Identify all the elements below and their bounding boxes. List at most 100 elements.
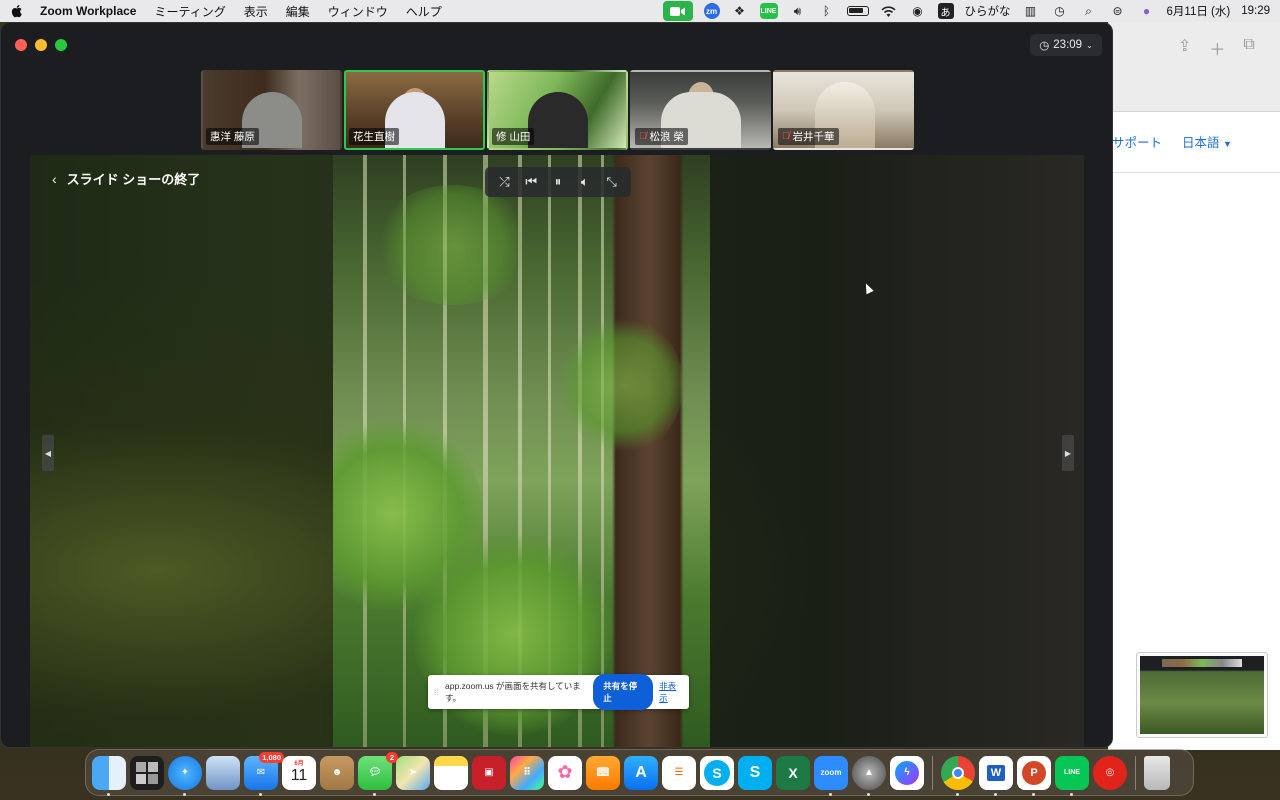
slide-image-bamboo-forest <box>333 155 710 747</box>
menu-window[interactable]: ウィンドウ <box>328 3 388 20</box>
wifi-icon[interactable] <box>880 3 898 19</box>
keyboard-icon[interactable]: ▥ <box>1022 3 1040 19</box>
contacts-icon[interactable]: ☻ <box>320 755 354 790</box>
notes-icon[interactable] <box>434 755 468 790</box>
spotlight-search-icon[interactable]: ⌕ <box>1080 3 1098 19</box>
control-center-icon[interactable]: ⊜ <box>1109 3 1127 19</box>
meeting-timer[interactable]: ◷ 23:09 ⌄ <box>1030 34 1102 56</box>
volume-icon[interactable]: 🔈︎ <box>576 173 594 191</box>
stop-sharing-button[interactable]: 共有を停止 <box>593 674 654 710</box>
previous-slide-icon[interactable]: ⏮︎ <box>522 173 540 191</box>
launchpad-icon[interactable]: ⠿ <box>510 755 544 790</box>
caret-down-icon: ▼ <box>1223 139 1232 149</box>
antivirus-icon[interactable]: ◎ <box>1093 755 1127 790</box>
participant-tile[interactable]: 🎙̸ 松浪 榮 <box>630 70 771 150</box>
user-account-icon[interactable]: ◉ <box>909 3 927 19</box>
running-indicator <box>373 792 376 796</box>
participant-gallery: 惠洋 藤原 花生直樹 修 山田 🎙̸ 松浪 榮 🎙̸ 岩井千華 <box>201 70 914 150</box>
next-slide-arrow[interactable]: ▶ <box>1062 435 1074 471</box>
nav-language-select[interactable]: 日本語 ▼ <box>1182 132 1232 151</box>
flashcards-app-icon[interactable]: ▣ <box>472 755 506 790</box>
zoom-camera-status-icon[interactable] <box>662 1 693 21</box>
nav-support-link[interactable]: サポート <box>1112 132 1162 151</box>
running-indicator <box>183 792 186 796</box>
running-indicator <box>1070 792 1073 796</box>
reminders-icon[interactable]: ☰ <box>662 755 696 790</box>
window-controls <box>15 39 67 51</box>
trash-icon[interactable] <box>1144 755 1170 790</box>
exit-fullscreen-icon[interactable]: ⤡ <box>603 173 621 191</box>
maps-icon[interactable]: ➤ <box>396 755 430 790</box>
dropbox-icon[interactable]: ❖ <box>731 3 749 19</box>
end-slideshow-button[interactable]: ‹ スライド ショーの終了 <box>52 169 200 188</box>
divider <box>1108 172 1280 173</box>
zoom-meeting-window: ◷ 23:09 ⌄ 惠洋 藤原 花生直樹 修 山田 🎙̸ 松浪 榮 🎙̸ 岩井千華 <box>0 22 1113 748</box>
drag-handle-icon[interactable]: ⁞⁞ <box>434 687 439 697</box>
dock: ✦ ✉ 1,080 6月 11 ☻ 💬︎ 2 ➤ ▣ ⠿ ✿ 📖︎ A ☰ S S X… <box>85 749 1194 796</box>
finder-icon[interactable] <box>92 755 126 796</box>
menu-edit[interactable]: 編集 <box>286 3 310 20</box>
safari-icon[interactable]: ✦ <box>168 755 202 796</box>
word-icon[interactable]: W <box>979 755 1013 796</box>
messenger-icon[interactable]: ϟ <box>890 755 924 790</box>
shuffle-icon[interactable]: ⤮ <box>495 173 513 191</box>
line-icon[interactable]: LINE <box>1055 755 1089 796</box>
pause-icon[interactable]: ⏸︎ <box>549 173 567 191</box>
powerpoint-icon[interactable]: P <box>1017 755 1051 796</box>
close-window-button[interactable] <box>15 39 27 51</box>
input-method-label[interactable]: ひらがな <box>965 3 1011 19</box>
menu-meeting[interactable]: ミーティング <box>154 3 225 20</box>
excel-icon[interactable]: X <box>776 755 810 790</box>
zoom-icon[interactable]: zoom <box>814 755 848 796</box>
dock-separator <box>1135 755 1136 790</box>
line-status-icon[interactable]: LINE <box>759 3 778 19</box>
new-tab-icon[interactable]: ＋ <box>1209 36 1225 60</box>
tab-overview-icon[interactable]: ⧉ <box>1243 36 1254 60</box>
time-machine-icon[interactable]: ◷ <box>1051 3 1069 19</box>
muted-microphone-icon: 🎙̸ <box>639 131 647 142</box>
bluetooth-icon[interactable]: ᛒ <box>818 3 836 19</box>
messages-icon[interactable]: 💬︎ 2 <box>358 751 398 796</box>
skype-icon[interactable]: S <box>700 755 734 790</box>
drive-sync-icon[interactable]: ▲ <box>852 755 886 796</box>
preview-icon[interactable] <box>206 755 240 790</box>
running-indicator <box>107 792 110 796</box>
photo-booth-icon[interactable] <box>130 755 164 790</box>
battery-icon[interactable] <box>846 6 869 16</box>
app-store-icon[interactable]: A <box>624 755 658 790</box>
previous-slide-arrow[interactable]: ◀ <box>42 435 54 471</box>
menubar-date[interactable]: 6月11日 (水) <box>1167 3 1231 19</box>
minimize-window-button[interactable] <box>35 39 47 51</box>
photos-icon[interactable]: ✿ <box>548 755 582 790</box>
participant-video-body <box>527 92 588 148</box>
participant-tile[interactable]: 修 山田 <box>487 70 628 150</box>
participant-tile[interactable]: 惠洋 藤原 <box>201 70 342 150</box>
menubar-time[interactable]: 19:29 <box>1241 5 1270 17</box>
menu-view[interactable]: 表示 <box>244 3 268 20</box>
screen-capture-thumbnail[interactable] <box>1136 652 1268 738</box>
calendar-icon[interactable]: 6月 11 <box>282 755 316 790</box>
foliage <box>563 315 683 455</box>
fullscreen-window-button[interactable] <box>55 39 67 51</box>
participant-name-tag: 惠洋 藤原 <box>206 128 259 145</box>
zoom-status-icon[interactable]: zm <box>703 3 720 19</box>
menu-help[interactable]: ヘルプ <box>406 3 442 20</box>
input-method-icon[interactable]: あ <box>937 3 954 19</box>
meeting-timer-value: 23:09 <box>1053 39 1083 51</box>
share-icon[interactable]: ⇪ <box>1178 36 1191 60</box>
app-name-menu[interactable]: Zoom Workplace <box>40 4 136 18</box>
volume-icon[interactable]: 🔊︎ <box>789 3 807 19</box>
participant-tile-active-speaker[interactable]: 花生直樹 <box>344 70 485 150</box>
siri-icon[interactable]: ● <box>1138 3 1156 19</box>
nav-language-label: 日本語 <box>1182 136 1220 150</box>
end-slideshow-label: スライド ショーの終了 <box>66 172 201 187</box>
browser-page-nav: サポート 日本語 ▼ <box>1112 132 1232 151</box>
chrome-icon[interactable] <box>941 755 975 796</box>
mail-icon[interactable]: ✉ 1,080 <box>244 751 284 796</box>
participant-tile[interactable]: 🎙̸ 岩井千華 <box>773 70 914 150</box>
apple-menu-icon[interactable] <box>10 4 24 18</box>
skype-app-icon[interactable]: S <box>738 755 772 790</box>
hide-banner-link[interactable]: 非表示 <box>659 680 683 704</box>
line-app-label: LINE <box>1064 769 1080 776</box>
books-icon[interactable]: 📖︎ <box>586 755 620 790</box>
